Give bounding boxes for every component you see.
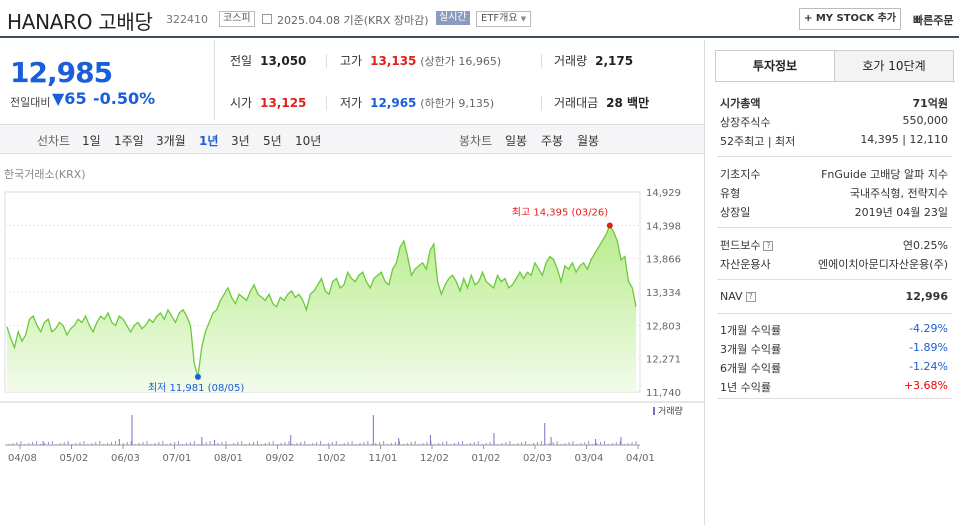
y-tick-label: 11,740 <box>646 388 681 399</box>
stat-volume: 거래량 2,175 <box>554 54 634 68</box>
price-chart[interactable]: 14,929 14,398 13,866 13,334 12,803 12,271 11,7… <box>0 180 704 525</box>
tab-3m[interactable]: 3개월 <box>156 132 186 149</box>
help-icon[interactable]: ? <box>745 292 756 302</box>
tab-daily[interactable]: 일봉 <box>505 132 527 149</box>
x-tick-label: 08/01 <box>214 453 243 464</box>
low-label: 최저 11,981 (08/05) <box>148 382 244 394</box>
calendar-icon <box>262 14 272 24</box>
tab-1w[interactable]: 1주일 <box>114 132 144 149</box>
quote-stats: 전일 13,050 고가 13,135 (상한가 16,965) 거래량 2,175 … <box>216 40 704 120</box>
x-tick-label: 04/08 <box>8 453 37 464</box>
tab-order-book[interactable]: 호가 10단계 <box>834 50 954 82</box>
stock-name: HANARO 고배당 <box>7 10 153 34</box>
help-icon[interactable]: ? <box>763 241 774 251</box>
x-tick-label: 05/02 <box>60 453 89 464</box>
my-stock-add-button[interactable]: + MY STOCK 추가 <box>799 8 901 30</box>
x-tick-label: 07/01 <box>163 453 192 464</box>
candle-chart-label[interactable]: 봉차트 <box>459 132 492 149</box>
tab-1y[interactable]: 1년 <box>199 132 218 149</box>
top-bar: HANARO 고배당 322410 코스피 2025.04.08 기준(KRX … <box>0 0 959 38</box>
x-tick-label: 11/01 <box>369 453 398 464</box>
tab-monthly[interactable]: 월봉 <box>577 132 599 149</box>
etf-info-dropdown[interactable]: ETF개요 ▼ <box>476 11 532 27</box>
y-tick-label: 13,866 <box>646 255 681 266</box>
stat-prev-close: 전일 13,050 <box>230 54 307 68</box>
y-tick-label: 12,803 <box>646 321 681 332</box>
volume-legend-swatch <box>653 407 655 415</box>
x-tick-label: 03/04 <box>575 453 604 464</box>
change-label: 전일대비 <box>10 96 51 109</box>
x-tick-label: 10/02 <box>317 453 346 464</box>
x-tick-label: 04/01 <box>626 453 655 464</box>
y-tick-label: 13,334 <box>646 288 681 299</box>
x-tick-label: 02/03 <box>523 453 552 464</box>
y-tick-label: 14,929 <box>646 188 681 199</box>
low-marker <box>194 373 201 380</box>
price-box: 12,985 전일대비 ▼65 -0.50% <box>0 40 215 120</box>
x-tick-label: 09/02 <box>266 453 295 464</box>
market-badge: 코스피 <box>219 11 255 27</box>
stat-open: 시가 13,125 <box>230 96 307 110</box>
volume-label: 거래량 <box>658 405 683 417</box>
stat-high: 고가 13,135 (상한가 16,965) <box>340 54 502 68</box>
change-percent: -0.50% <box>93 89 156 108</box>
y-tick-label: 12,271 <box>646 355 681 366</box>
high-marker <box>606 222 613 229</box>
tab-1d[interactable]: 1일 <box>82 132 101 149</box>
realtime-badge[interactable]: 실시간 <box>436 11 470 25</box>
date-text: 2025.04.08 기준(KRX 장마감) <box>277 14 429 27</box>
tab-10y[interactable]: 10년 <box>295 132 321 149</box>
chevron-down-icon: ▼ <box>520 15 527 23</box>
etf-info-label: ETF개요 <box>481 13 518 24</box>
price-area <box>7 225 636 392</box>
tab-3y[interactable]: 3년 <box>231 132 250 149</box>
quick-order-link[interactable]: 빠른주문 <box>913 12 953 28</box>
stat-low: 저가 12,965 (하한가 9,135) <box>340 96 495 110</box>
chart-svg: 14,929 14,398 13,866 13,334 12,803 12,271 11,7… <box>0 188 704 464</box>
change-value: ▼65 <box>52 89 87 108</box>
y-tick-label: 14,398 <box>646 221 681 232</box>
line-chart-label[interactable]: 선차트 <box>37 132 70 149</box>
stock-code: 322410 <box>166 13 208 26</box>
tab-weekly[interactable]: 주봉 <box>541 132 563 149</box>
high-label: 최고 14,395 (03/26) <box>512 206 608 218</box>
x-tick-label: 06/03 <box>111 453 140 464</box>
period-tabs: 선차트 1일 1주일 3개월 1년 3년 5년 10년 봉차트 일봉 주봉 월봉 <box>0 124 704 154</box>
current-price: 12,985 <box>10 56 113 89</box>
x-tick-label: 12/02 <box>420 453 449 464</box>
tab-5y[interactable]: 5년 <box>263 132 282 149</box>
stat-amount: 거래대금 28 백만 <box>554 96 650 110</box>
x-tick-label: 01/02 <box>472 453 501 464</box>
tab-invest-info[interactable]: 투자정보 <box>715 50 835 82</box>
right-panel: 투자정보 호가 10단계 시가총액 71억원 상장주식수 550,000 52주최고… <box>704 40 959 525</box>
